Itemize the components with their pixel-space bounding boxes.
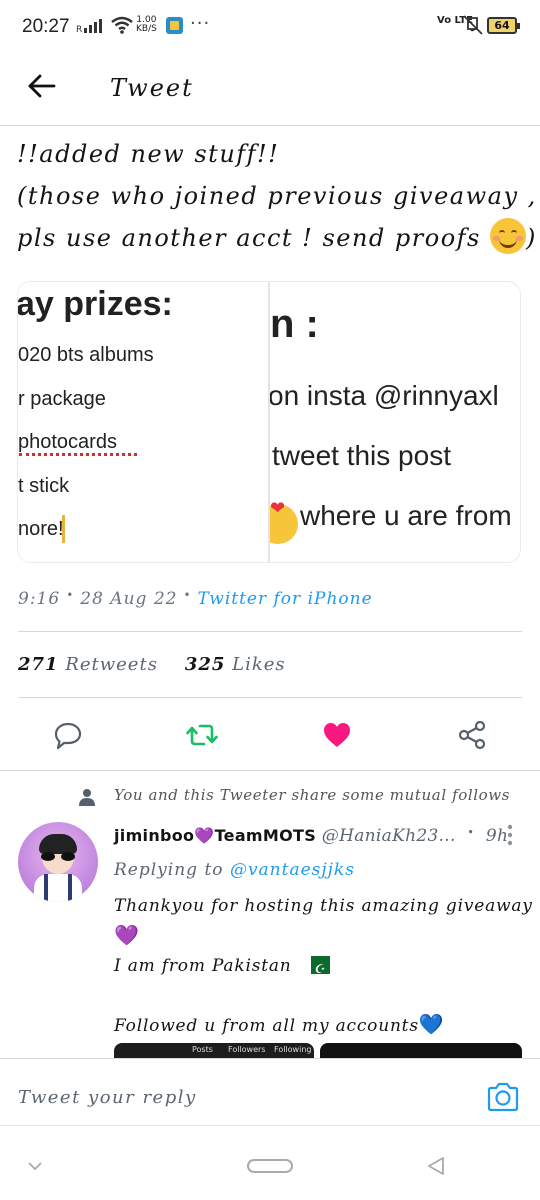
pakistan-flag-icon: [303, 955, 330, 984]
image-text: r package: [18, 388, 106, 410]
social-context-text: You and this Tweeter share some mutual f…: [114, 786, 511, 804]
spellcheck-underline: [19, 452, 137, 456]
text-cursor: [62, 515, 65, 543]
retweet-icon[interactable]: [186, 719, 218, 751]
replying-to-handle[interactable]: @vantaesjjks: [230, 860, 355, 880]
reply-line: Followed u from all my accounts💙: [114, 1010, 524, 1041]
tweet-actions: [0, 705, 540, 767]
home-pill-icon[interactable]: [246, 1158, 294, 1174]
reply-icon[interactable]: [52, 719, 84, 751]
author-name-prefix: jiminboo: [114, 826, 195, 845]
tweet-media[interactable]: ay prizes: 020 bts albums r package phot…: [17, 281, 521, 563]
system-nav-bar: [0, 1126, 540, 1200]
image-text: 020 bts albums: [18, 344, 154, 366]
replying-to: Replying to @vantaesjjks: [114, 860, 355, 880]
reply-line-text: I am from Pakistan: [114, 956, 292, 976]
retweets-count[interactable]: 271: [18, 654, 59, 675]
notification-app-icon: [166, 17, 183, 34]
likes-count[interactable]: 325: [185, 654, 226, 675]
tweet-line: pls use another acct ! send proofs ): [17, 217, 537, 259]
network-speed: 1.00 KB/S: [136, 16, 157, 34]
divider: [18, 631, 522, 632]
camera-icon[interactable]: [486, 1081, 520, 1113]
heart-eyes-emoji-icon: [270, 498, 298, 544]
reply-input[interactable]: Tweet your reply: [18, 1087, 197, 1108]
tweet-source-link[interactable]: Twitter for iPhone: [198, 589, 373, 609]
image-text: nore!: [18, 518, 64, 540]
likes-label[interactable]: Likes: [232, 654, 286, 675]
reply-blank-line: [114, 981, 524, 1010]
battery-icon: 64: [487, 17, 520, 34]
tweet-time: 9:16: [18, 589, 61, 609]
tweet-line: !!added new stuff!!: [17, 140, 280, 168]
tweet-line: (those who joined previous giveaway ,: [17, 182, 537, 210]
app-header: Tweet: [0, 56, 540, 126]
vibrate-mute-icon: [463, 15, 483, 35]
back-triangle-icon[interactable]: [426, 1156, 446, 1176]
replying-label: Replying to: [114, 860, 224, 880]
image-heading: n :: [270, 302, 319, 346]
reply-author-handle[interactable]: @HaniaKh23...: [322, 826, 456, 846]
reply-time: 9h: [485, 826, 509, 846]
media-label: Following: [274, 1045, 312, 1054]
image-text: t stick: [18, 475, 70, 497]
image-text: where u are from: [300, 500, 512, 531]
image-text: photocards: [18, 431, 117, 453]
image-text: tweet this post: [272, 440, 451, 471]
author-name-suffix: TeamMOTS: [214, 826, 317, 845]
reply-line: 💜: [114, 921, 524, 952]
tweet-text: !!added new stuff!! (those who joined pr…: [17, 133, 537, 259]
chevron-down-icon[interactable]: [26, 1160, 44, 1172]
media-label: Followers: [228, 1045, 266, 1054]
avatar[interactable]: [18, 822, 98, 902]
more-options-icon[interactable]: [506, 824, 514, 846]
tweet-line-text: pls use another acct ! send proofs: [17, 224, 481, 252]
tweet-closing-paren: ): [526, 224, 537, 252]
status-time: 20:27: [22, 16, 70, 37]
purple-heart-emoji-icon: 💜: [194, 826, 215, 845]
reply-text: Thankyou for hosting this amazing giveaw…: [114, 892, 533, 1041]
back-arrow-icon[interactable]: [26, 70, 58, 102]
reply-compose-bar[interactable]: Tweet your reply: [0, 1058, 540, 1126]
reply-author-name[interactable]: jiminboo💜TeamMOTS: [114, 826, 316, 845]
wifi-icon: [111, 16, 133, 34]
svg-text:R: R: [76, 25, 82, 34]
retweets-label[interactable]: Retweets: [65, 654, 158, 675]
tweet-stats: 271 Retweets 325 Likes: [18, 654, 286, 675]
divider: [0, 770, 540, 771]
smiling-face-emoji-icon: [490, 218, 526, 254]
divider: [18, 697, 522, 698]
share-icon[interactable]: [456, 719, 488, 751]
image-heading: ay prizes:: [18, 285, 173, 323]
reply-line: I am from Pakistan: [114, 952, 524, 984]
tweet-metadata: 9:16 • 28 Aug 22 • Twitter for iPhone: [18, 588, 373, 609]
signal-icon: R: [76, 19, 102, 34]
reply-line: Thankyou for hosting this amazing giveaw…: [114, 896, 533, 916]
reply-line-text: Followed u from all my accounts: [114, 1016, 419, 1036]
reply-header: jiminboo💜TeamMOTS @HaniaKh23... • 9h: [114, 826, 509, 846]
page-title: Tweet: [110, 74, 194, 102]
like-heart-icon[interactable]: [321, 719, 353, 751]
purple-heart-emoji-icon: 💜: [114, 923, 140, 947]
media-image-rules[interactable]: n : on insta @rinnyaxl tweet this post w…: [270, 282, 520, 562]
image-text: on insta @rinnyaxl: [270, 380, 499, 411]
tweet-date: 28 Aug 22: [80, 589, 178, 609]
media-image-prizes[interactable]: ay prizes: 020 bts albums r package phot…: [18, 282, 268, 562]
person-icon: [79, 789, 95, 806]
blue-heart-emoji-icon: 💙: [418, 1012, 445, 1036]
status-bar: 20:27 R 1.00 KB/S ··· Vo LTE 64: [0, 0, 540, 56]
speed-unit: KB/S: [136, 24, 157, 34]
more-notifications-icon: ···: [190, 13, 211, 34]
media-label: Posts: [192, 1045, 213, 1054]
